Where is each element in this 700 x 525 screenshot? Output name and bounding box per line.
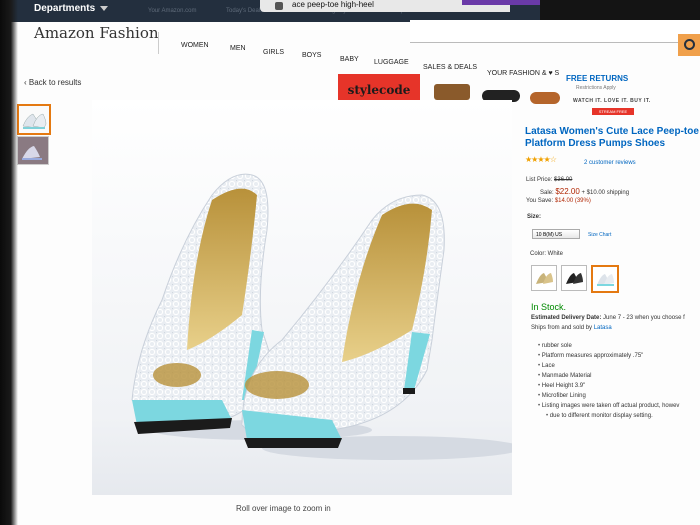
search-button[interactable] [678, 34, 700, 56]
window-corner [540, 0, 700, 22]
nav-link-todays-deals[interactable]: Today's Deals [226, 8, 263, 14]
nav-women[interactable]: WOMEN [181, 42, 209, 49]
list-price: $36.00 [554, 177, 573, 183]
star-rating[interactable]: ★★★★☆ [525, 155, 557, 164]
back-to-results-link[interactable]: ‹ Back to results [24, 78, 81, 87]
color-swatch-black[interactable] [561, 265, 587, 291]
screen: Departments Your Amazon.com Today's Deal… [0, 0, 700, 525]
nav-girls[interactable]: GIRLS [263, 49, 284, 56]
feature-item: Platform measures approximately .75" [538, 351, 679, 361]
feature-item: Manmade Material [538, 371, 679, 381]
departments-menu[interactable]: Departments [34, 3, 95, 14]
delivery-dates: June 7 - 23 when you choose f [603, 315, 685, 321]
nav-luggage[interactable]: LUGGAGE [374, 59, 409, 66]
product-title[interactable]: Latasa Women's Cute Lace Peep-toe H Plat… [525, 126, 700, 150]
delivery-estimate: Estimated Delivery Date: June 7 - 23 whe… [531, 315, 685, 321]
favicon-icon [275, 2, 283, 10]
size-label: Size: [527, 214, 542, 220]
nav-sales-deals[interactable]: SALES & DEALS [423, 64, 477, 71]
product-title-line-2: Platform Dress Pumps Shoes [525, 138, 666, 149]
ships-from: Ships from and sold by Latasa [531, 325, 612, 331]
browser-tab-title: ace peep-toe high-heel [292, 0, 374, 9]
stream-free-button[interactable]: STREAM FREE [592, 108, 634, 115]
banner-tagline: WATCH IT. LOVE IT. BUY IT. [573, 98, 651, 104]
feature-bullets: rubber sole Platform measures approximat… [538, 341, 680, 421]
feature-item: due to different monitor display setting… [538, 411, 679, 421]
color-label: Color: White [530, 251, 564, 257]
you-save-row: You Save: $14.00 (39%) [526, 198, 591, 204]
product-image[interactable] [92, 100, 522, 495]
thumbnail-1[interactable] [17, 104, 51, 135]
feature-item: Listing images were taken off actual pro… [538, 401, 680, 411]
size-chart-link[interactable]: Size Chart [588, 232, 611, 238]
nav-men[interactable]: MEN [230, 45, 246, 52]
nav-baby[interactable]: BABY [340, 56, 359, 63]
color-swatch-white[interactable] [591, 265, 619, 293]
feature-item: Microfiber Lining [538, 391, 679, 401]
feature-item: Heel Height 3.9" [538, 381, 679, 391]
feature-item: Lace [538, 361, 679, 371]
nav-boys[interactable]: BOYS [302, 52, 321, 59]
size-dropdown[interactable]: 10 B(M) US [532, 229, 580, 239]
you-save-label: You Save: [526, 198, 554, 204]
sale-price-row: Sale: $22.00 + $10.00 shipping [540, 187, 629, 196]
sale-label: Sale: [540, 190, 554, 196]
restrictions-note[interactable]: Restrictions Apply [576, 85, 616, 91]
customer-reviews-link[interactable]: 2 customer reviews [584, 160, 636, 166]
monitor-bezel [0, 0, 18, 525]
divider [158, 32, 159, 54]
you-save-amount: $14.00 (39%) [554, 198, 591, 204]
chevron-down-icon [100, 6, 108, 11]
delivery-label: Estimated Delivery Date: [531, 315, 602, 321]
nav-link-your-amazon[interactable]: Your Amazon.com [148, 8, 196, 14]
shipping-cost: + $10.00 shipping [581, 190, 630, 196]
search-icon [684, 39, 695, 50]
free-returns-link[interactable]: FREE RETURNS [566, 74, 628, 83]
product-title-line-1: Latasa Women's Cute Lace Peep-toe H [525, 126, 700, 137]
browser-toolbar-strip [462, 0, 552, 5]
handbag-image [434, 84, 470, 100]
list-price-label: List Price: [526, 177, 553, 183]
color-swatch-silver[interactable] [531, 265, 557, 291]
sale-price: $22.00 [555, 187, 580, 196]
search-input[interactable] [410, 20, 700, 43]
sandals-image [530, 92, 560, 104]
list-price-row: List Price: $36.00 [526, 177, 572, 183]
zoom-caption: Roll over image to zoom in [236, 504, 331, 513]
thumbnail-2[interactable] [17, 136, 49, 165]
amazon-fashion-logo[interactable]: Amazon Fashion [34, 24, 159, 42]
feature-item: rubber sole [538, 341, 679, 351]
ships-from-text: Ships from and sold by [531, 325, 593, 331]
seller-link[interactable]: Latasa [594, 325, 612, 331]
stock-status: In Stock. [531, 302, 567, 312]
